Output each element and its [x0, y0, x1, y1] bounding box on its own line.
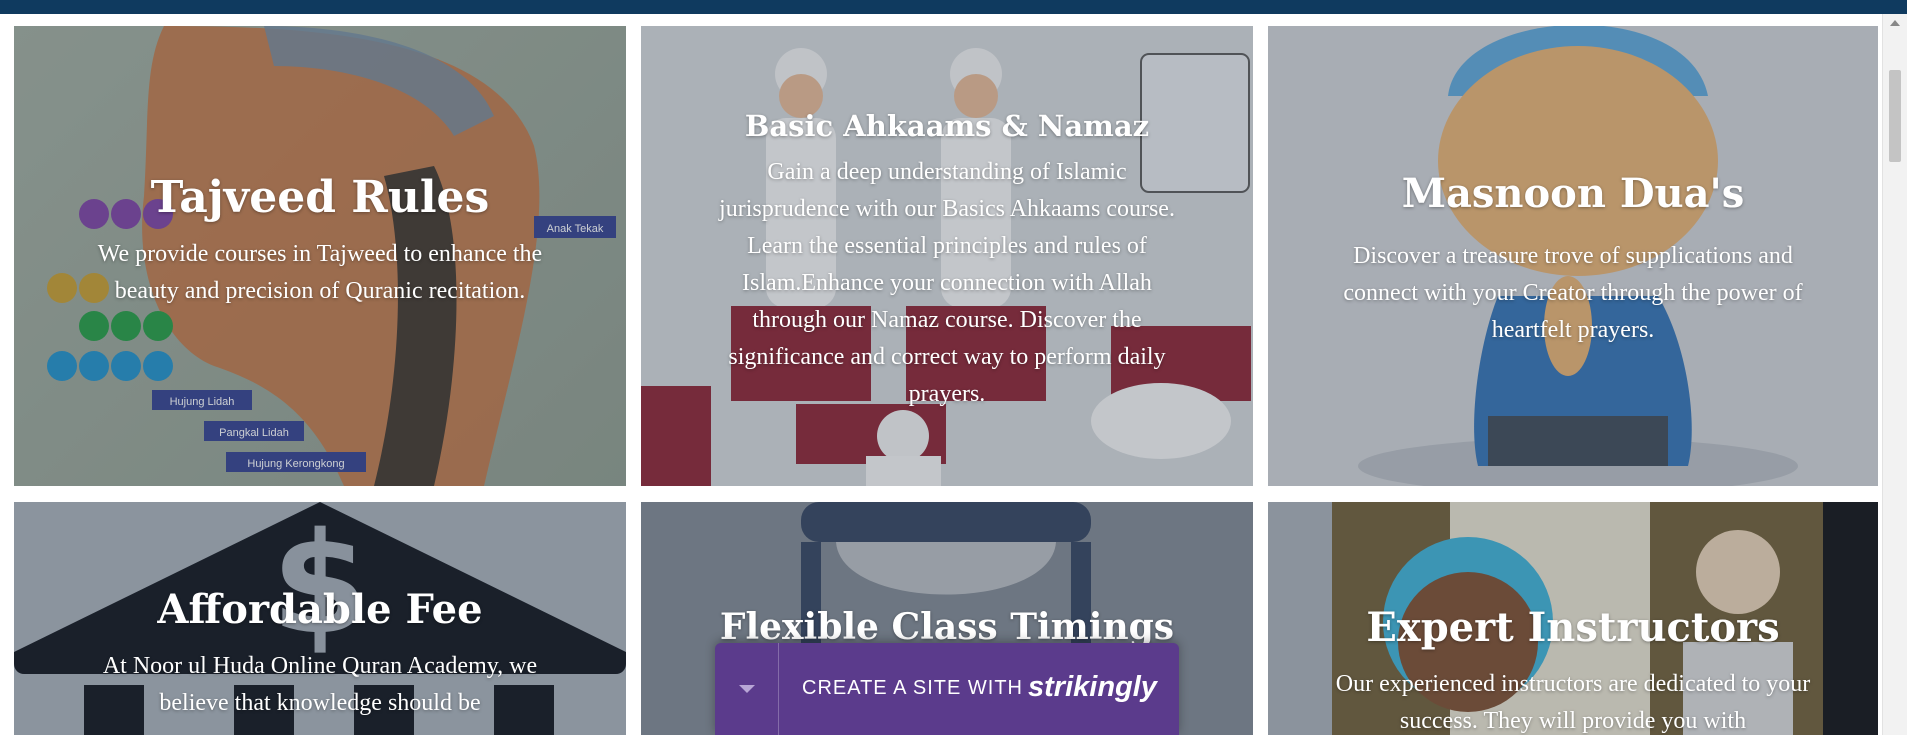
scrollbar-thumb[interactable]	[1889, 70, 1901, 162]
feature-card-affordable-fee[interactable]: $ Affordable Fee At Noor ul Huda Online …	[14, 502, 626, 735]
course-content: Masnoon Dua's Discover a treasure trove …	[1268, 166, 1878, 349]
course-card-ahkaams-namaz[interactable]: Basic Ahkaams & Namaz Gain a deep unders…	[641, 26, 1253, 486]
course-content: Tajveed Rules We provide courses in Tajw…	[14, 168, 626, 310]
banner-cta-text[interactable]: CREATE A SITE WITH	[802, 677, 1023, 700]
scroll-up-arrow-icon[interactable]	[1890, 20, 1900, 26]
feature-content: Expert Instructors Our experienced instr…	[1268, 600, 1878, 735]
feature-description: Our experienced instructors are dedicate…	[1335, 671, 1811, 734]
page-scrollbar[interactable]	[1882, 14, 1907, 735]
chevron-down-icon	[739, 685, 755, 693]
feature-description: At Noor ul Huda Online Quran Academy, we…	[102, 653, 538, 716]
course-content: Basic Ahkaams & Namaz Gain a deep unders…	[641, 106, 1253, 413]
feature-card-expert-instructors[interactable]: Expert Instructors Our experienced instr…	[1268, 502, 1878, 735]
course-description: Gain a deep understanding of Islamic jur…	[719, 159, 1175, 407]
feature-content: Affordable Fee At Noor ul Huda Online Qu…	[14, 582, 626, 722]
course-card-masnoon-duas[interactable]: Masnoon Dua's Discover a treasure trove …	[1268, 26, 1878, 486]
course-title: Tajveed Rules	[150, 172, 490, 223]
feature-title: Expert Instructors	[1366, 604, 1780, 651]
banner-collapse-button[interactable]	[715, 643, 779, 735]
feature-title: Affordable Fee	[157, 586, 483, 633]
course-card-tajweed[interactable]: Anak Tekak Hujung Lidah Pangkal Lidah Hu…	[14, 26, 626, 486]
course-description: We provide courses in Tajweed to enhance…	[97, 241, 543, 304]
top-bar	[0, 0, 1907, 14]
course-description: Discover a treasure trove of supplicatio…	[1343, 243, 1803, 343]
course-title: Masnoon Dua's	[1401, 170, 1745, 217]
strikingly-banner[interactable]: CREATE A SITE WITH strikingly	[715, 643, 1179, 735]
strikingly-logo[interactable]: strikingly	[1028, 671, 1157, 704]
course-title: Basic Ahkaams & Namaz	[744, 109, 1150, 143]
